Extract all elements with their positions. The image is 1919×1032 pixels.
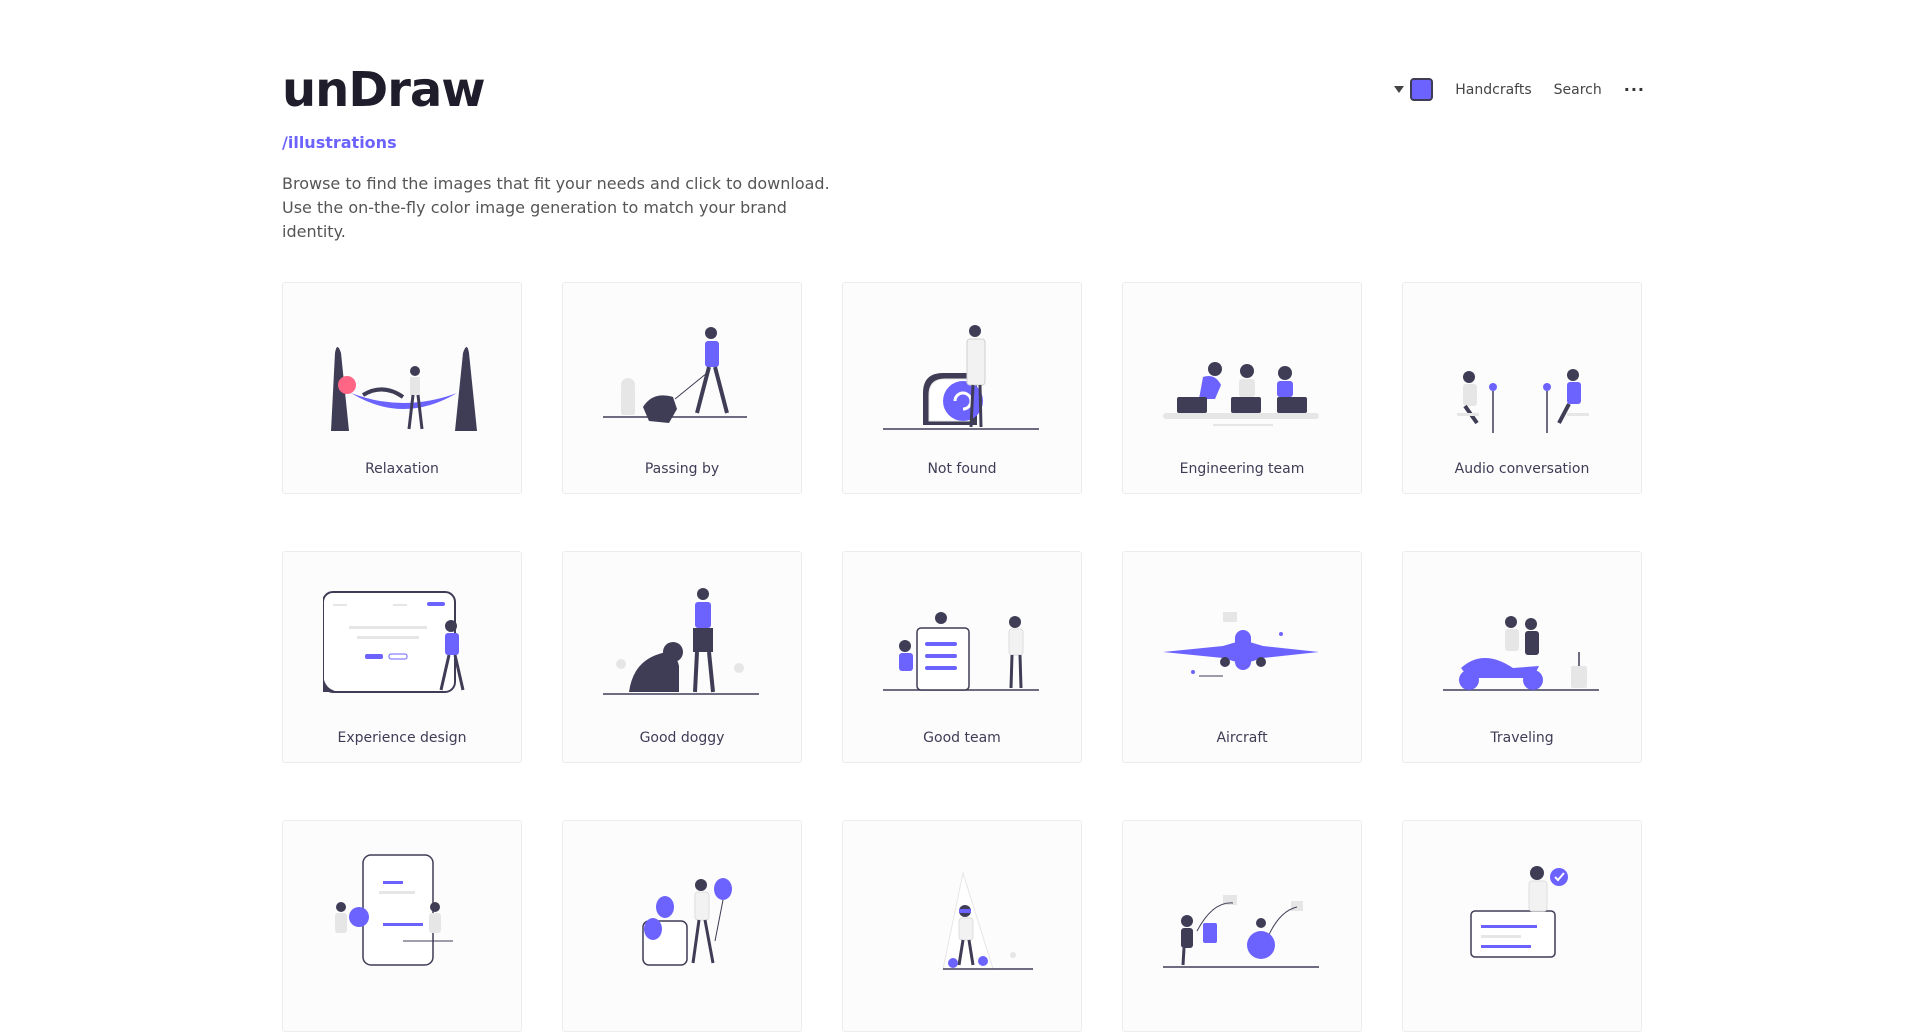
page: unDraw /illustrations Browse to find the… xyxy=(0,0,1919,1032)
illustration-card-not-found[interactable]: Not found xyxy=(842,282,1082,494)
illustration-card-audio-conversation[interactable]: Audio conversation xyxy=(1402,282,1642,494)
illustration-card-experience-design[interactable]: Experience design xyxy=(282,551,522,763)
audio-conversation-illustration xyxy=(1457,369,1589,433)
color-picker[interactable] xyxy=(1394,78,1434,101)
vr-illustration xyxy=(942,871,1033,970)
illustration-grid: Relaxation Passing by Not found Engineer… xyxy=(282,282,1642,1032)
balloons-illustration xyxy=(642,878,732,966)
illustration-card[interactable] xyxy=(1402,820,1642,1032)
good-team-illustration xyxy=(883,612,1039,691)
illustrations-link[interactable]: /illustrations xyxy=(282,133,397,152)
not-found-illustration xyxy=(883,325,1039,430)
card-title: Relaxation xyxy=(365,461,439,477)
card-title: Traveling xyxy=(1490,730,1554,746)
illustration-card-aircraft[interactable]: Aircraft xyxy=(1122,551,1362,763)
card-title: Good team xyxy=(923,730,1001,746)
illustration-card[interactable] xyxy=(562,820,802,1032)
aircraft-illustration xyxy=(1163,612,1319,677)
card-title: Passing by xyxy=(644,461,720,477)
relaxation-illustration xyxy=(331,347,477,431)
illustration-card-relaxation[interactable]: Relaxation xyxy=(282,282,522,494)
illustration-card-good-doggy[interactable]: Good doggy xyxy=(562,551,802,763)
card-title: Engineering team xyxy=(1179,461,1305,477)
top-nav: Handcrafts Search ··· xyxy=(1394,78,1645,101)
verified-illustration xyxy=(1470,866,1568,958)
card-title: Aircraft xyxy=(1216,730,1268,746)
engineering-team-illustration xyxy=(1163,362,1319,426)
traveling-illustration xyxy=(1443,616,1599,691)
card-title: Experience design xyxy=(337,730,467,746)
illustration-card-good-team[interactable]: Good team xyxy=(842,551,1082,763)
illustration-card[interactable] xyxy=(842,820,1082,1032)
nav-handcrafts[interactable]: Handcrafts xyxy=(1455,82,1531,98)
site-logo[interactable]: unDraw xyxy=(282,62,486,118)
passing-by-illustration xyxy=(603,327,747,423)
experience-design-illustration xyxy=(323,591,465,693)
color-swatch[interactable] xyxy=(1410,78,1434,101)
growth-illustration xyxy=(1163,895,1319,968)
illustration-card-traveling[interactable]: Traveling xyxy=(1402,551,1642,763)
card-title: Audio conversation xyxy=(1454,461,1590,477)
translation-illustration xyxy=(335,854,453,966)
illustration-card-passing-by[interactable]: Passing by xyxy=(562,282,802,494)
card-title: Good doggy xyxy=(639,730,725,746)
illustration-card[interactable] xyxy=(282,820,522,1032)
intro-text: Browse to find the images that fit your … xyxy=(282,174,830,241)
caret-down-icon xyxy=(1394,86,1405,93)
nav-search[interactable]: Search xyxy=(1554,82,1602,98)
more-menu-icon[interactable]: ··· xyxy=(1624,80,1645,99)
illustration-card[interactable] xyxy=(1122,820,1362,1032)
illustration-card-engineering-team[interactable]: Engineering team xyxy=(1122,282,1362,494)
good-doggy-illustration xyxy=(603,588,759,695)
card-title: Not found xyxy=(927,461,997,477)
